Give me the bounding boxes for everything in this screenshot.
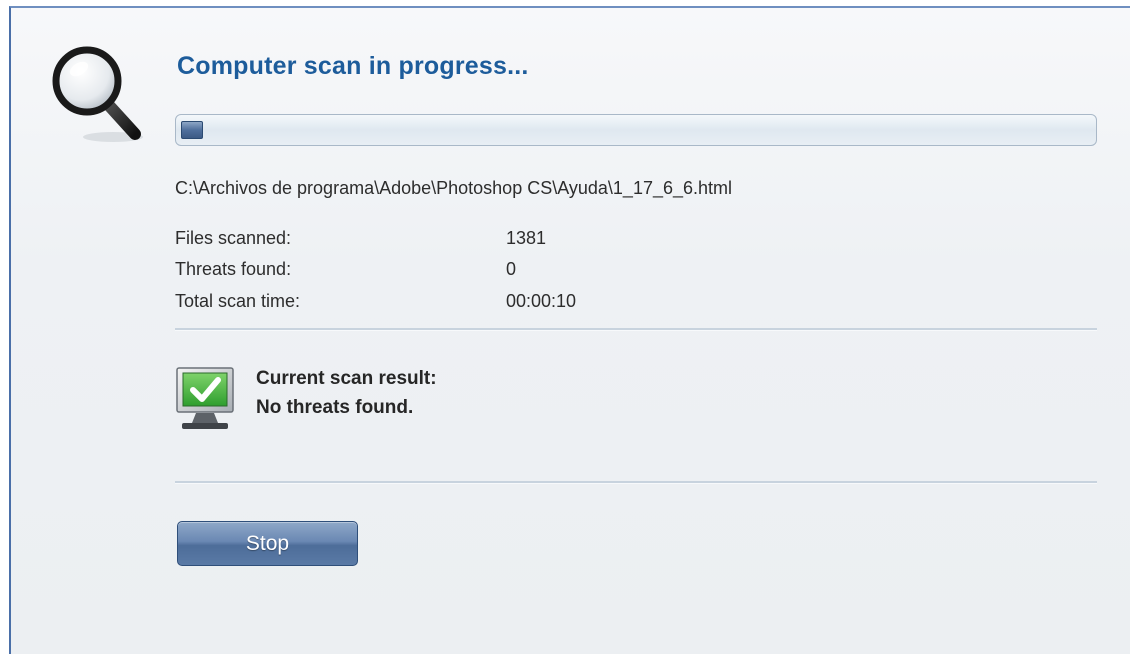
magnifier-icon	[52, 46, 143, 142]
scan-result-heading: Current scan result:	[256, 368, 437, 389]
progress-fill	[181, 121, 203, 139]
files-scanned-label: Files scanned:	[175, 228, 292, 248]
scan-result-status: No threats found.	[256, 397, 414, 418]
divider	[175, 481, 1097, 484]
total-scan-time-value: 00:00:10	[506, 291, 577, 311]
page-title: Computer scan in progress...	[177, 52, 529, 80]
stop-button[interactable]: Stop	[177, 521, 358, 566]
threats-found-label: Threats found:	[175, 259, 292, 279]
stop-button-label: Stop	[245, 532, 290, 555]
divider	[175, 328, 1097, 331]
monitor-check-icon	[176, 367, 234, 429]
threats-found-value: 0	[506, 259, 517, 279]
files-scanned-value: 1381	[506, 228, 547, 248]
current-file-path: C:\Archivos de programa\Adobe\Photoshop …	[175, 178, 733, 198]
scan-progress-bar	[175, 114, 1097, 146]
total-scan-time-label: Total scan time:	[175, 291, 301, 311]
scan-panel: Computer scan in progress... C:\Archivos…	[9, 6, 1130, 654]
